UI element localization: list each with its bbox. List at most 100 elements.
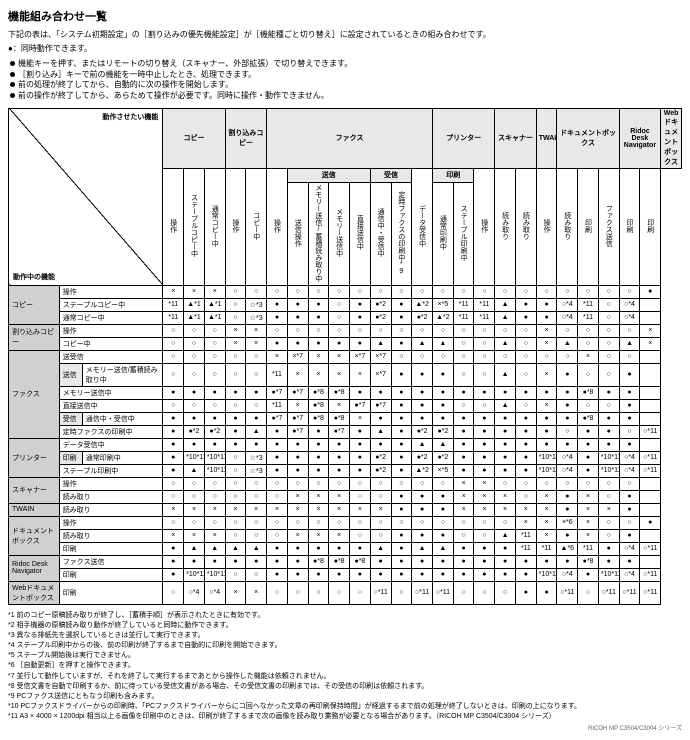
row-label: 操作	[59, 477, 163, 490]
cell: ×	[578, 529, 599, 542]
cell: ●	[287, 311, 308, 324]
cell: ●	[536, 386, 557, 399]
cell: ●	[557, 399, 578, 412]
cell: ●*8	[308, 386, 329, 399]
col-head: 定時ファクスの印刷中*9	[391, 182, 412, 285]
cell: ×	[536, 503, 557, 516]
cell: ×	[370, 503, 391, 516]
cell: ○	[412, 350, 433, 363]
cell: ●	[515, 555, 536, 568]
cell: ○	[515, 324, 536, 337]
cell: ●	[350, 438, 371, 451]
cell: ●	[619, 438, 640, 451]
col-group: スキャナー	[495, 108, 536, 168]
cell: ○	[433, 477, 454, 490]
cell: ▲	[184, 542, 205, 555]
cell: ○	[246, 363, 267, 386]
cell: ×	[640, 337, 661, 350]
cell: *11	[474, 311, 495, 324]
diagonal-header: 動作させたい機能動作中の機能	[9, 108, 163, 285]
cell: ○	[308, 324, 329, 337]
cell: ×	[287, 490, 308, 503]
cell: ○*4	[619, 298, 640, 311]
cell: ●	[350, 568, 371, 581]
cell: ●	[433, 568, 454, 581]
cell: ×	[329, 350, 350, 363]
row-label: ファクス送信	[59, 555, 163, 568]
cell: *11	[267, 399, 288, 412]
cell: ×	[536, 324, 557, 337]
cell: ▲*2	[433, 311, 454, 324]
cell: ●	[267, 311, 288, 324]
cell: ●	[495, 412, 516, 425]
cell: ○	[433, 350, 454, 363]
col-group: ドキュメントボックス	[557, 108, 619, 168]
cell: ●	[412, 386, 433, 399]
cell: ○	[557, 477, 578, 490]
cell: ●	[163, 425, 184, 438]
cell: ●	[391, 503, 412, 516]
cell: ●	[391, 555, 412, 568]
cell: ●	[495, 555, 516, 568]
cell: ○	[287, 477, 308, 490]
cell: ○	[225, 298, 246, 311]
cell: ●	[350, 542, 371, 555]
cell: ●	[308, 311, 329, 324]
cell: ●	[557, 503, 578, 516]
cell: ●	[225, 386, 246, 399]
cell: ○	[329, 311, 350, 324]
cell: ○	[474, 516, 495, 529]
cell: ●	[391, 451, 412, 464]
cell: ●	[453, 451, 474, 464]
cell: ●	[515, 581, 536, 604]
col-head: 読み取り	[495, 168, 516, 285]
legend-item: 前の処理が終了してから、自動的に次の操作を開始します。	[8, 80, 682, 91]
cell: ○	[453, 399, 474, 412]
cell: ○	[495, 350, 516, 363]
cell: ○	[412, 324, 433, 337]
cell: ●	[412, 568, 433, 581]
table-row: メモリー送信中●●●●●●*7●*7●*8●*8●●●●●●●●●●●●*8●●	[9, 386, 682, 399]
cell: ○	[412, 477, 433, 490]
cell: ○	[308, 516, 329, 529]
cell: ×	[163, 285, 184, 298]
col-head: 印刷	[640, 168, 661, 285]
table-row: 割り込みコピー操作○○○××○○○○○○○○○○○○○×○○○○×	[9, 324, 682, 337]
cell: ●	[495, 386, 516, 399]
cell: ●	[267, 438, 288, 451]
cell: ●	[350, 386, 371, 399]
cell: ○*4	[619, 568, 640, 581]
cell: ●	[474, 425, 495, 438]
cell: ○	[474, 581, 495, 604]
cell: ●	[391, 490, 412, 503]
cell: ▲*2	[412, 464, 433, 477]
cell: ●*8	[578, 555, 599, 568]
cell: ●	[640, 285, 661, 298]
cell: *11	[515, 529, 536, 542]
cell: ×	[308, 529, 329, 542]
cell: ○	[370, 490, 391, 503]
cell: ○	[391, 285, 412, 298]
cell: ●*2	[412, 451, 433, 464]
row-subgroup: 受信	[59, 412, 82, 425]
row-label: メモリー送信中	[59, 386, 163, 399]
cell: ●*8	[578, 386, 599, 399]
cell: ○	[391, 581, 412, 604]
row-label: 定時ファクスの印刷中	[59, 425, 163, 438]
cell: ●	[163, 386, 184, 399]
cell: ●	[391, 438, 412, 451]
table-row: ドキュメントボックス操作○○○○○○○○○○○○○○○○○×××*6×○○●	[9, 516, 682, 529]
cell: ●	[453, 568, 474, 581]
cell: ●	[391, 568, 412, 581]
cell: ×	[204, 285, 225, 298]
cell: ●	[536, 298, 557, 311]
cell: *10*11	[536, 451, 557, 464]
row-label: 通常印刷中	[82, 451, 163, 464]
col-head: 送信操作	[287, 182, 308, 285]
cell: ○	[370, 477, 391, 490]
cell: ×	[308, 503, 329, 516]
cell: ×*7	[370, 350, 391, 363]
cell: ○	[598, 298, 619, 311]
cell: ○	[267, 516, 288, 529]
row-label: 通信中・受信中	[82, 412, 163, 425]
